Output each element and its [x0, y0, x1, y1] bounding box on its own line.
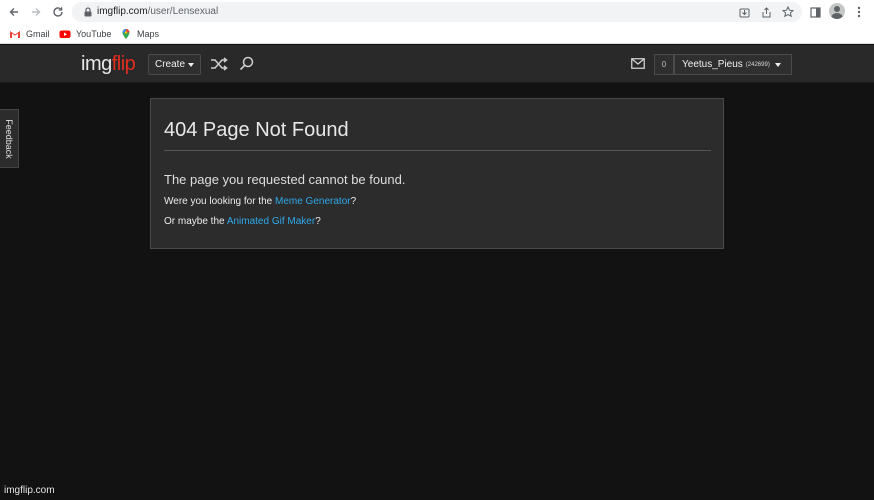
bookmarks-bar: Gmail YouTube Maps [0, 24, 874, 44]
notification-count-button[interactable]: 0 [654, 54, 674, 75]
profile-avatar-icon[interactable] [829, 3, 845, 19]
youtube-icon [59, 28, 71, 40]
shuffle-icon[interactable] [209, 55, 229, 73]
lock-icon [84, 7, 92, 17]
gmail-icon [9, 28, 21, 40]
install-app-icon[interactable] [737, 5, 751, 19]
bookmark-label: YouTube [76, 29, 112, 39]
bookmark-youtube[interactable]: YouTube [59, 27, 111, 41]
username: Yeetus_Pieus [682, 59, 743, 70]
bookmark-star-icon[interactable] [781, 5, 795, 19]
caret-down-icon [188, 62, 195, 67]
meme-generator-link[interactable]: Meme Generator [275, 196, 351, 207]
suggestion-line-1: Were you looking for the Meme Generator? [164, 196, 357, 207]
maps-icon [120, 28, 132, 40]
error-card: 404 Page Not Found The page you requeste… [150, 98, 724, 249]
imgflip-logo[interactable]: imgflip [81, 53, 136, 75]
create-dropdown-button[interactable]: Create [148, 54, 201, 75]
side-panel-icon[interactable] [806, 3, 824, 21]
browser-toolbar: imgflip.com/user/Lensexual [0, 0, 874, 24]
page-title: 404 Page Not Found [164, 119, 349, 141]
url-text: imgflip.com/user/Lensexual [97, 6, 219, 17]
mail-icon[interactable] [631, 58, 645, 69]
user-points: (242699) [745, 61, 770, 68]
search-icon[interactable] [237, 55, 257, 73]
bookmark-maps[interactable]: Maps [120, 27, 159, 41]
caret-down-icon [774, 62, 781, 67]
share-icon[interactable] [759, 5, 773, 19]
bookmark-label: Maps [137, 29, 160, 39]
watermark: imgflip.com [4, 485, 55, 496]
feedback-tab[interactable]: Feedback [0, 109, 19, 168]
address-bar[interactable]: imgflip.com/user/Lensexual [72, 2, 802, 22]
animated-gif-maker-link[interactable]: Animated Gif Maker [227, 216, 315, 227]
forward-arrow-icon[interactable] [27, 3, 45, 21]
reload-icon[interactable] [49, 3, 67, 21]
bookmark-label: Gmail [26, 29, 50, 39]
suggestion-line-2: Or maybe the Animated Gif Maker? [164, 216, 321, 227]
user-menu-button[interactable]: Yeetus_Pieus (242699) [674, 54, 792, 75]
back-arrow-icon[interactable] [5, 3, 23, 21]
kebab-menu-icon[interactable] [850, 3, 868, 21]
error-message: The page you requested cannot be found. [164, 172, 406, 187]
bookmark-gmail[interactable]: Gmail [9, 27, 50, 41]
divider [164, 150, 711, 151]
site-header: imgflip Create 0 Yeetus_Pieus (242699) [0, 45, 874, 83]
